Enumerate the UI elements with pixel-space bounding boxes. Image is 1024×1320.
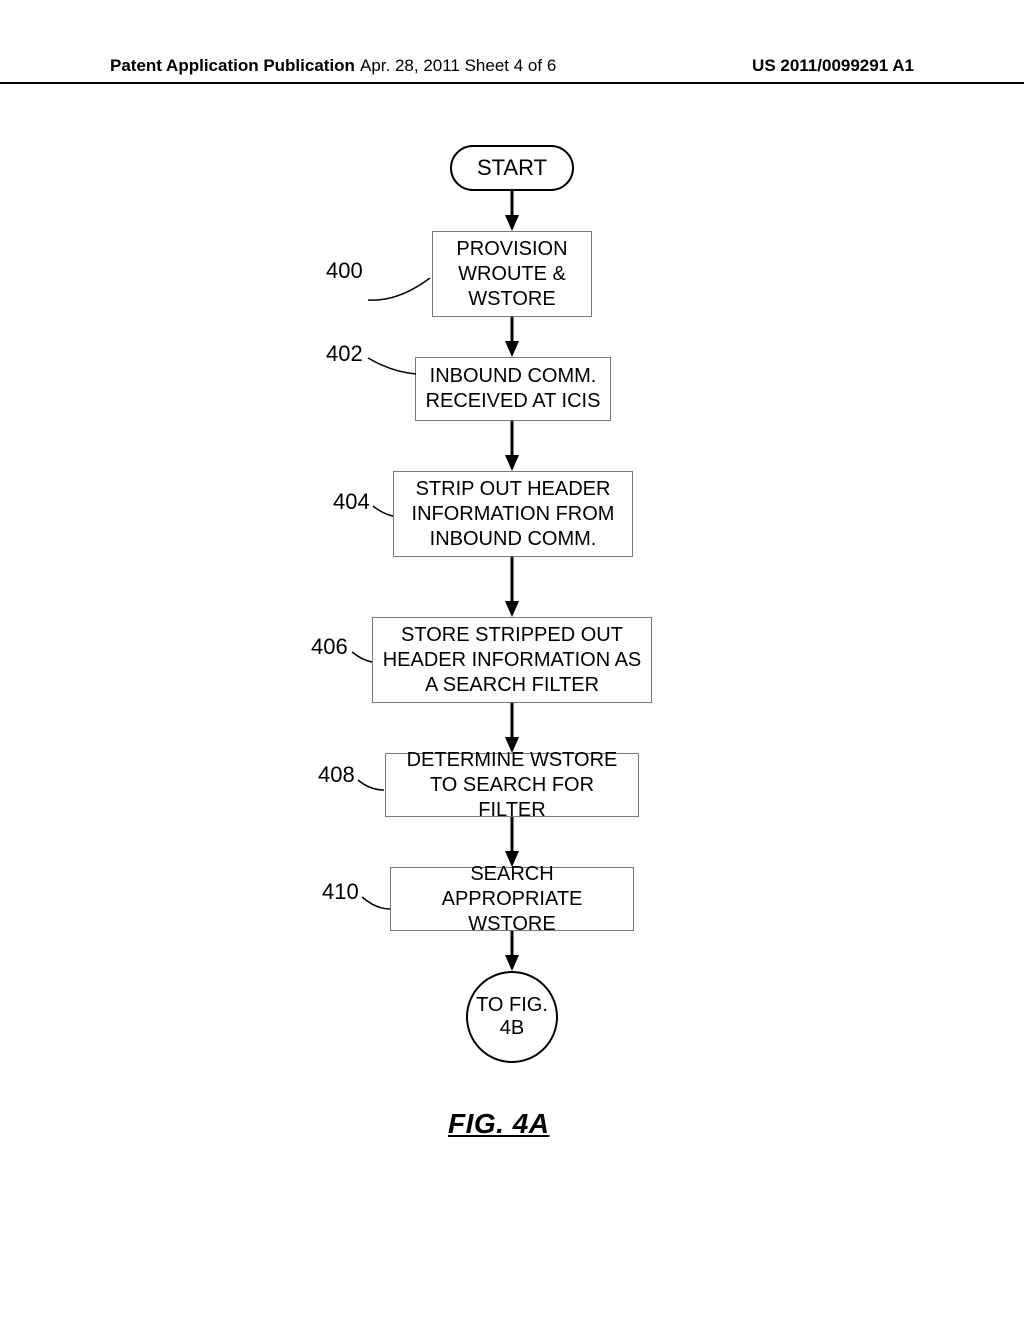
flowchart-step-400: PROVISION WROUTE & WSTORE xyxy=(432,231,592,317)
flowchart-step-404: STRIP OUT HEADER INFORMATION FROM INBOUN… xyxy=(393,471,633,557)
arrow-icon xyxy=(505,557,519,617)
flowchart-step-406: STORE STRIPPED OUT HEADER INFORMATION AS… xyxy=(372,617,652,703)
header-left: Patent Application Publication xyxy=(110,56,355,76)
leader-line xyxy=(368,276,434,306)
leader-line xyxy=(373,504,395,520)
ref-label-410: 410 xyxy=(322,879,359,905)
leader-line xyxy=(368,356,418,378)
page-header: Patent Application Publication Apr. 28, … xyxy=(0,78,1024,84)
leader-line xyxy=(362,895,392,913)
start-label: START xyxy=(477,155,547,181)
ref-label-406: 406 xyxy=(311,634,348,660)
flowchart-step-408: DETERMINE WSTORE TO SEARCH FOR FILTER xyxy=(385,753,639,817)
header-right: US 2011/0099291 A1 xyxy=(752,56,914,76)
arrow-icon xyxy=(505,191,519,231)
arrow-icon xyxy=(505,703,519,753)
flowchart-step-410: SEARCH APPROPRIATE WSTORE xyxy=(390,867,634,931)
step-text: DETERMINE WSTORE TO SEARCH FOR FILTER xyxy=(394,748,630,823)
arrow-icon xyxy=(505,931,519,971)
flowchart-connector: TO FIG. 4B xyxy=(466,971,558,1063)
step-text: STRIP OUT HEADER INFORMATION FROM INBOUN… xyxy=(402,477,624,552)
flowchart-step-402: INBOUND COMM. RECEIVED AT ICIS xyxy=(415,357,611,421)
flowchart-start-terminator: START xyxy=(450,145,574,191)
arrow-icon xyxy=(505,421,519,471)
arrow-icon xyxy=(505,817,519,867)
ref-label-402: 402 xyxy=(326,341,363,367)
figure-caption: FIG. 4A xyxy=(448,1108,550,1140)
arrow-icon xyxy=(505,317,519,357)
leader-line xyxy=(358,778,386,794)
step-text: STORE STRIPPED OUT HEADER INFORMATION AS… xyxy=(381,623,643,698)
header-center: Apr. 28, 2011 Sheet 4 of 6 xyxy=(360,56,556,76)
step-text: SEARCH APPROPRIATE WSTORE xyxy=(399,862,625,937)
step-text: INBOUND COMM. RECEIVED AT ICIS xyxy=(424,364,602,414)
ref-label-400: 400 xyxy=(326,258,363,284)
leader-line xyxy=(352,650,374,666)
step-text: PROVISION WROUTE & WSTORE xyxy=(441,237,583,312)
ref-label-404: 404 xyxy=(333,489,370,515)
ref-label-408: 408 xyxy=(318,762,355,788)
connector-text: TO FIG. 4B xyxy=(468,994,556,1040)
